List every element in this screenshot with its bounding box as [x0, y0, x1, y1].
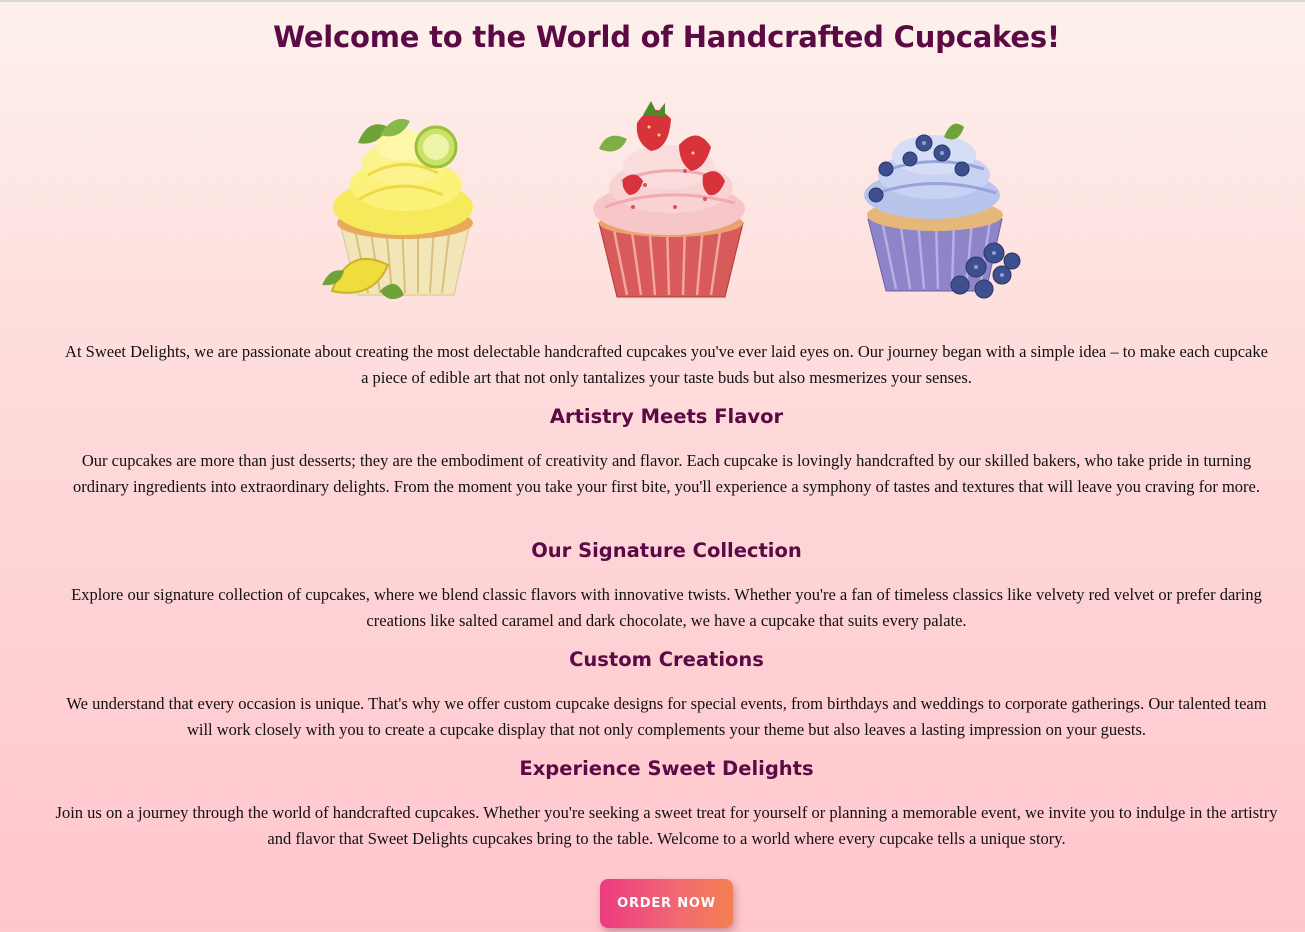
section-text-custom: We understand that every occasion is uni…	[66, 694, 1267, 739]
main-content: Welcome to the World of Handcrafted Cupc…	[0, 0, 1305, 932]
intro-paragraph: At Sweet Delights, we are passionate abo…	[65, 342, 1268, 387]
section-heading-custom: Custom Creations	[569, 648, 764, 671]
section-text-signature: Explore our signature collection of cupc…	[71, 585, 1262, 630]
section-text-experience: Join us on a journey through the world o…	[55, 803, 1278, 848]
section-heading-signature: Our Signature Collection	[531, 539, 802, 562]
section-heading-artistry: Artistry Meets Flavor	[549, 405, 784, 428]
cupcake-gallery	[0, 95, 1305, 315]
strawberry-cupcake-icon	[593, 101, 745, 298]
section-heading-experience: Experience Sweet Delights	[519, 757, 814, 780]
lemon-cupcake-icon	[322, 118, 473, 300]
order-now-button[interactable]: ORDER NOW	[600, 879, 733, 928]
blueberry-cupcake-icon	[864, 123, 1021, 299]
section-text-artistry: Our cupcakes are more than just desserts…	[73, 451, 1260, 496]
page-title: Welcome to the World of Handcrafted Cupc…	[273, 20, 1060, 54]
